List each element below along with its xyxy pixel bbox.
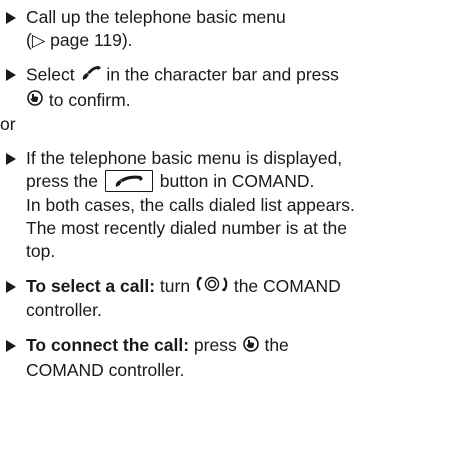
bullet-triangle-icon (6, 69, 16, 81)
or-separator: or (0, 114, 16, 135)
bullet-triangle-icon (6, 153, 16, 166)
phone-handset-icon (80, 63, 102, 89)
step-text: Select (26, 64, 75, 85)
step-text: turn (159, 275, 191, 296)
step-text: to confirm. (48, 90, 131, 110)
step-text: press the (26, 171, 98, 192)
step-select-call: To select a call: turn the COMAND contro… (0, 275, 462, 322)
manual-page: Call up the telephone basic menu (▷ page… (0, 0, 462, 462)
step-heading: To select a call: (26, 275, 156, 296)
result-text: The most recently dialed number is at th… (26, 217, 347, 238)
step-select-phone: Select in the character bar and press to… (0, 63, 462, 113)
step-text: If the telephone basic menu is displayed… (26, 148, 343, 169)
bullet-triangle-icon (6, 280, 16, 293)
turn-controller-icon (195, 275, 229, 299)
step-call-up-menu: Call up the telephone basic menu (▷ page… (0, 6, 462, 52)
page-reference: (▷ page 119). (26, 30, 133, 50)
press-controller-icon (26, 89, 44, 113)
step-text: button in COMAND. (159, 171, 315, 192)
result-text: In both cases, the calls dialed list app… (26, 194, 355, 215)
step-text: the (264, 335, 289, 356)
step-text: in the character bar and press (106, 64, 339, 85)
step-text: COMAND controller. (26, 359, 185, 380)
bullet-triangle-icon (6, 340, 16, 353)
result-text: top. (26, 240, 56, 261)
step-text: press (193, 335, 237, 356)
step-text: controller. (26, 300, 102, 321)
bullet-triangle-icon (6, 12, 16, 24)
step-heading: To connect the call: (26, 335, 190, 356)
step-text: the COMAND (233, 275, 341, 296)
press-controller-icon (242, 335, 260, 359)
step-press-button: If the telephone basic menu is displayed… (0, 147, 462, 262)
step-text: Call up the telephone basic menu (26, 7, 286, 27)
call-button-icon (104, 169, 153, 192)
step-connect-call: To connect the call: press the COMAND co… (0, 334, 462, 381)
